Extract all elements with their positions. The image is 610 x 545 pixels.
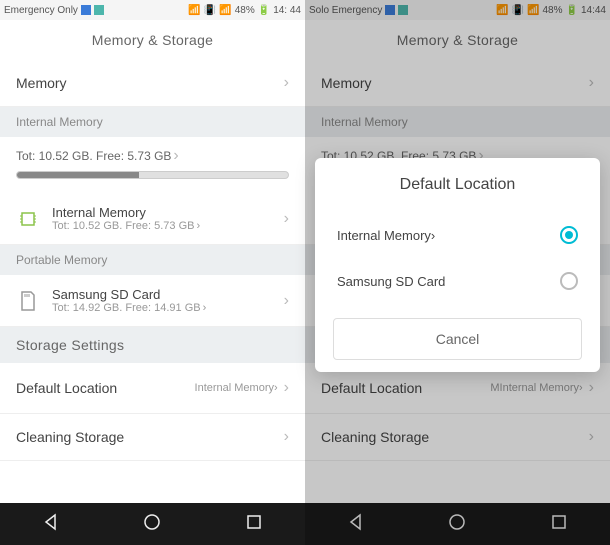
- chevron-right-icon: ›: [284, 210, 289, 228]
- sd-name: Samsung SD Card: [52, 287, 272, 302]
- option-label: Internal Memory›: [337, 228, 435, 243]
- status-bar: Emergency Only 📶 📳 📶 48% 🔋 14: 44: [0, 0, 305, 20]
- chip-icon: [16, 207, 40, 231]
- chevron-right-icon: ›: [589, 428, 594, 446]
- default-location-value: MInternal Memory›: [490, 382, 582, 394]
- dialog-option-sdcard[interactable]: Samsung SD Card: [315, 258, 600, 304]
- option-label: Samsung SD Card: [337, 274, 445, 289]
- radio-checked-icon: [560, 226, 578, 244]
- signal-icon: 📶: [188, 5, 200, 16]
- cleaning-storage-row[interactable]: Cleaning Storage ›: [305, 414, 610, 461]
- default-location-label: Default Location: [16, 380, 117, 396]
- default-location-label: Default Location: [321, 380, 422, 396]
- battery-label: 48%: [543, 5, 563, 16]
- cleaning-label: Cleaning Storage: [321, 429, 429, 445]
- status-icon: [398, 5, 408, 15]
- portable-memory-header: Portable Memory: [0, 245, 305, 275]
- memory-label: Memory: [16, 75, 67, 91]
- internal-name: Internal Memory: [52, 205, 272, 220]
- chevron-right-icon: ›: [284, 74, 289, 92]
- recent-button[interactable]: [244, 512, 264, 537]
- recent-button[interactable]: [549, 512, 569, 537]
- internal-memory-item[interactable]: Internal Memory Tot: 10.52 GB. Free: 5.7…: [0, 193, 305, 245]
- vibrate-icon: 📳: [204, 5, 216, 16]
- chevron-right-icon: ›: [589, 74, 594, 92]
- page-title: Memory & Storage: [0, 20, 305, 60]
- internal-memory-header: Internal Memory: [305, 107, 610, 137]
- nav-bar: [305, 503, 610, 545]
- status-icon: [385, 5, 395, 15]
- internal-totfree: Tot: 10.52 GB. Free: 5.73 GB›: [0, 137, 305, 171]
- status-icon: [94, 5, 104, 15]
- signal-icon: 📶: [496, 5, 508, 16]
- wifi-icon: 📶: [527, 5, 539, 16]
- memory-row[interactable]: Memory ›: [305, 60, 610, 107]
- battery-icon: 🔋: [258, 5, 270, 16]
- dialog-option-internal[interactable]: Internal Memory›: [315, 212, 600, 258]
- cleaning-label: Cleaning Storage: [16, 429, 124, 445]
- home-button[interactable]: [447, 512, 467, 537]
- nav-bar: [0, 503, 305, 545]
- time-label: 14:44: [581, 5, 606, 16]
- cancel-button[interactable]: Cancel: [333, 318, 582, 360]
- chevron-right-icon: ›: [284, 428, 289, 446]
- wifi-icon: 📶: [219, 5, 231, 16]
- sd-sub: Tot: 14.92 GB. Free: 14.91 GB›: [52, 302, 272, 314]
- sd-card-item[interactable]: Samsung SD Card Tot: 14.92 GB. Free: 14.…: [0, 275, 305, 327]
- storage-progress: [0, 171, 305, 193]
- chevron-right-icon: ›: [589, 379, 594, 397]
- time-label: 14: 44: [273, 5, 301, 16]
- default-location-value: Internal Memory›: [195, 382, 278, 394]
- memory-label: Memory: [321, 75, 372, 91]
- sd-card-icon: [16, 289, 40, 313]
- storage-settings-title: Storage Settings: [0, 327, 305, 363]
- cleaning-storage-row[interactable]: Cleaning Storage ›: [0, 414, 305, 461]
- chevron-right-icon: ›: [284, 292, 289, 310]
- back-button[interactable]: [41, 512, 61, 537]
- back-button[interactable]: [346, 512, 366, 537]
- battery-label: 48%: [235, 5, 255, 16]
- page-title: Memory & Storage: [305, 20, 610, 60]
- internal-sub: Tot: 10.52 GB. Free: 5.73 GB›: [52, 220, 272, 232]
- carrier-label: Emergency Only: [4, 5, 78, 16]
- left-screen: Emergency Only 📶 📳 📶 48% 🔋 14: 44 Memory…: [0, 0, 305, 545]
- default-location-row[interactable]: Default Location Internal Memory› ›: [0, 363, 305, 414]
- chevron-right-icon: ›: [284, 379, 289, 397]
- internal-memory-header: Internal Memory: [0, 107, 305, 137]
- vibrate-icon: 📳: [512, 5, 524, 16]
- dialog-title: Default Location: [315, 176, 600, 212]
- memory-row[interactable]: Memory ›: [0, 60, 305, 107]
- battery-icon: 🔋: [566, 5, 578, 16]
- carrier-label: Solo Emergency: [309, 5, 382, 16]
- radio-unchecked-icon: [560, 272, 578, 290]
- status-icon: [81, 5, 91, 15]
- default-location-dialog: Default Location Internal Memory› Samsun…: [315, 158, 600, 372]
- home-button[interactable]: [142, 512, 162, 537]
- status-bar: Solo Emergency 📶 📳 📶 48% 🔋 14:44: [305, 0, 610, 20]
